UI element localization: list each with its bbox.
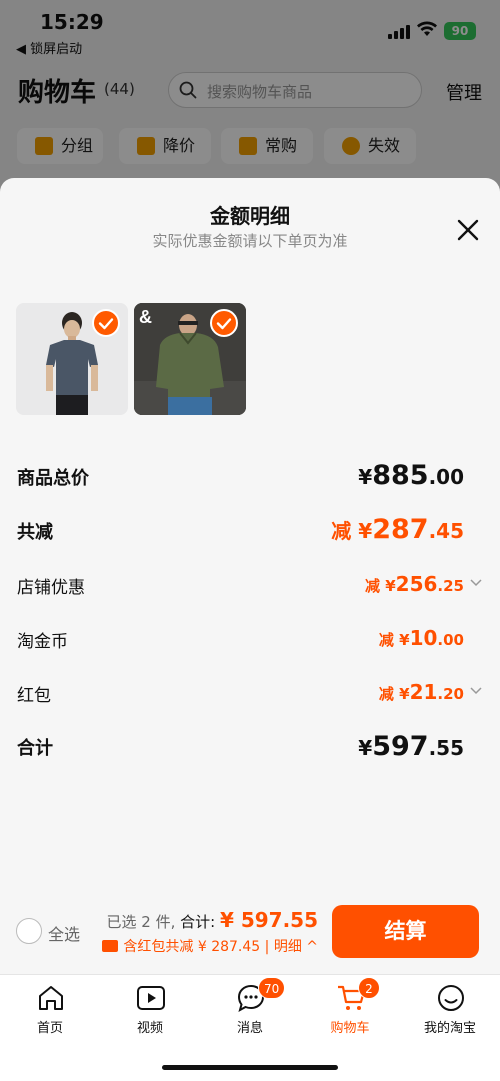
tab-messages[interactable]: 消息 70 <box>200 975 300 1045</box>
cart-badge: 2 <box>358 977 380 999</box>
amount-detail-sheet: 金额明细 实际优惠金额请以下单页为准 & 商品总价 ¥885.00 共减 减 ¥… <box>0 178 500 973</box>
bottom-tab-bar: 首页 视频 消息 70 购物车 2 我的淘宝 <box>0 974 500 1081</box>
chevron-down-icon[interactable] <box>470 579 482 587</box>
red-packet-icon <box>102 940 119 952</box>
selected-summary: 已选 2 件, 合计: ¥ 597.55 <box>106 908 318 932</box>
goods-total-label: 商品总价 <box>17 468 89 489</box>
shop-discount-value[interactable]: 减 ¥256.25 <box>365 572 464 596</box>
tab-home[interactable]: 首页 <box>0 975 100 1045</box>
close-icon[interactable] <box>454 216 482 244</box>
select-all-label[interactable]: 全选 <box>48 921 80 945</box>
select-all-radio[interactable] <box>16 918 42 944</box>
taojinbi-label: 淘金币 <box>17 632 68 652</box>
chevron-down-icon[interactable] <box>470 687 482 695</box>
taojinbi-value: 减 ¥10.00 <box>378 626 464 650</box>
grand-total-value: ¥597.55 <box>358 731 464 762</box>
product-thumbnail[interactable] <box>16 303 128 415</box>
grand-total-label: 合计 <box>17 738 53 759</box>
selected-check-icon[interactable] <box>92 309 120 337</box>
selected-check-icon[interactable] <box>210 309 238 337</box>
checkout-button[interactable]: 结算 <box>332 905 479 958</box>
svg-text:&: & <box>139 307 152 327</box>
tab-video[interactable]: 视频 <box>100 975 200 1045</box>
sheet-subtitle: 实际优惠金额请以下单页为准 <box>152 232 348 250</box>
product-thumbnail[interactable]: & <box>134 303 246 415</box>
video-icon <box>137 986 165 1010</box>
tab-my-taobao[interactable]: 我的淘宝 <box>400 975 500 1045</box>
profile-icon <box>438 985 464 1011</box>
total-reduce-label: 共减 <box>17 522 53 543</box>
red-packet-value[interactable]: 减 ¥21.20 <box>379 680 464 704</box>
goods-total-value: ¥885.00 <box>358 460 464 491</box>
discount-detail-link[interactable]: 含红包共减 ¥ 287.45 | 明细 ^ <box>102 936 318 956</box>
red-packet-label: 红包 <box>17 686 51 706</box>
unread-badge: 70 <box>258 977 286 999</box>
total-reduce-value: 减 ¥287.45 <box>331 514 464 545</box>
sheet-title: 金额明细 <box>210 204 290 228</box>
home-indicator <box>162 1065 338 1070</box>
tab-cart[interactable]: 购物车 2 <box>300 975 400 1045</box>
home-icon <box>39 986 63 1010</box>
checkout-bar: 全选 已选 2 件, 合计: ¥ 597.55 含红包共减 ¥ 287.45 |… <box>0 890 500 974</box>
shop-discount-label: 店铺优惠 <box>17 578 85 598</box>
